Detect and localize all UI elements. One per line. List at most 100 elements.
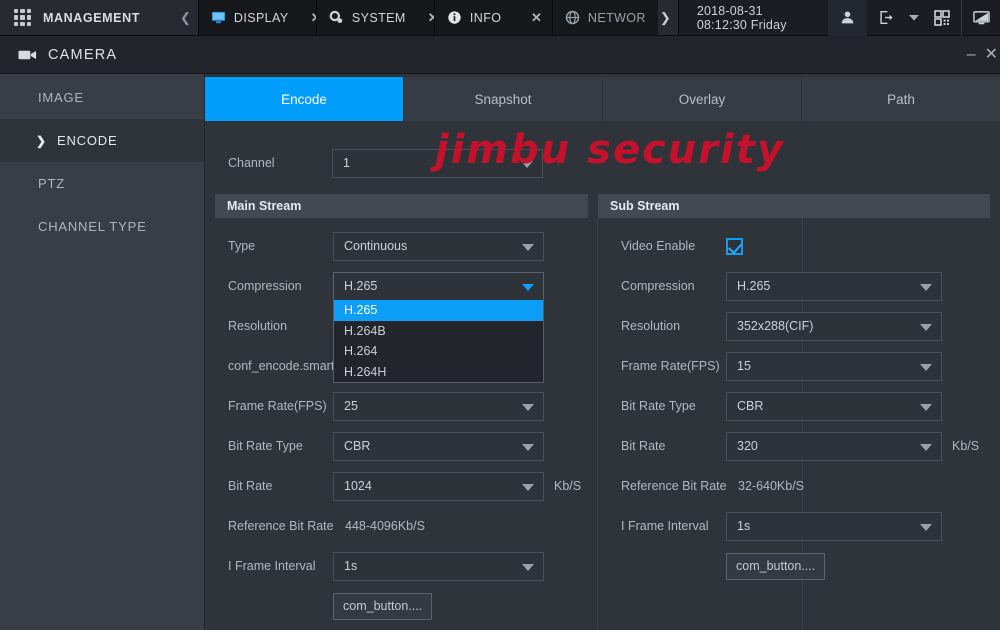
stream-headers: Main Stream Sub Stream [205,194,1000,218]
tab-overlay[interactable]: Overlay [603,77,802,121]
screen-icon [972,10,990,24]
main-framerate-value: 25 [344,399,358,413]
main-smartcodec-label: conf_encode.smartc [228,359,341,373]
sidebar: IMAGE ❯ ENCODE PTZ CHANNEL TYPE [0,74,205,630]
main-bitrate-select[interactable]: 1024 [333,471,544,501]
info-icon [448,11,461,24]
sub-bitratetype-row: Bit Rate Type CBR [608,386,990,426]
tab-info[interactable]: INFO ✕ [433,0,552,35]
tab-encode[interactable]: Encode [205,77,404,121]
stream-columns: Type Continuous Compression H.265 H.265 … [205,218,1000,630]
chevron-down-icon [920,524,932,531]
tabs-scroll-left-icon[interactable]: ❮ [178,0,198,35]
chevron-down-icon [522,564,534,571]
sub-more-button[interactable]: com_button.... [726,552,826,580]
grid-menu-icon[interactable] [14,9,31,26]
main-compression-row: Compression H.265 H.265 H.264B H.264 H.2… [215,266,588,383]
main-type-select[interactable]: Continuous [333,231,544,261]
main-resolution-label: Resolution [228,319,288,333]
sub-framerate-label: Frame Rate(FPS) [621,359,720,373]
tab-encode-label: Encode [281,91,327,107]
page-title: CAMERA [48,46,118,63]
chevron-down-icon [522,484,534,491]
qrcode-button[interactable] [922,0,961,36]
main-more-button[interactable]: com_button.... [333,592,433,620]
main-reference-bitrate-row: Reference Bit Rate 448-4096Kb/S [215,506,588,546]
compression-option-h264b[interactable]: H.264B [334,321,543,342]
globe-icon [565,10,580,25]
sub-bitrate-select[interactable]: 320 [726,431,942,461]
window-controls: – ✕ [967,46,1000,63]
sub-iframe-select[interactable]: 1s [726,511,942,541]
tabs-scroll-right-icon[interactable]: ❯ [657,0,678,35]
chevron-down-icon [920,364,932,371]
compression-option-h265[interactable]: H.265 [334,300,543,321]
tab-snapshot[interactable]: Snapshot [404,77,603,121]
tab-info-close-icon[interactable]: ✕ [517,10,542,26]
sub-resolution-value: 352x288(CIF) [737,319,814,333]
tab-system[interactable]: SYSTEM ✕ [315,0,439,35]
chevron-down-icon [522,244,534,251]
sidebar-item-image[interactable]: IMAGE [0,76,204,119]
sub-reference-bitrate-label: Reference Bit Rate [621,479,727,493]
sub-stream-panel: Video Enable Compression H.265 Resolutio… [597,218,990,630]
main-bitratetype-select[interactable]: CBR [333,431,544,461]
compression-option-h264h[interactable]: H.264H [334,362,543,383]
main-stream-header: Main Stream [215,194,588,218]
sub-bitratetype-select[interactable]: CBR [726,391,942,421]
sub-videoenable-row: Video Enable [608,226,990,266]
sidebar-item-encode[interactable]: ❯ ENCODE [0,119,204,162]
main-compression-select[interactable]: H.265 [333,271,544,301]
sub-framerate-value: 15 [737,359,751,373]
chevron-down-icon [920,324,932,331]
close-button[interactable]: ✕ [985,46,998,63]
main-iframe-select[interactable]: 1s [333,551,544,581]
minimize-button[interactable]: – [967,46,976,63]
tab-network[interactable]: NETWOR [551,0,658,35]
tab-path[interactable]: Path [802,77,1000,121]
sub-compression-select[interactable]: H.265 [726,271,942,301]
main-framerate-select[interactable]: 25 [333,391,544,421]
compression-option-h264[interactable]: H.264 [334,341,543,362]
main-type-value: Continuous [344,239,408,253]
logout-menu-toggle[interactable] [906,0,922,36]
channel-select[interactable]: 1 [332,148,543,178]
sub-compression-value: H.265 [737,279,771,293]
logout-button[interactable] [867,0,906,36]
main-bitratetype-label: Bit Rate Type [228,439,303,453]
chevron-down-icon [920,404,932,411]
sub-resolution-select[interactable]: 352x288(CIF) [726,311,942,341]
sub-bitrate-value: 320 [737,439,758,453]
sidebar-item-channel-type[interactable]: CHANNEL TYPE [0,205,204,248]
screen-layout-button[interactable] [961,0,1000,36]
compression-dropdown-list[interactable]: H.265 H.264B H.264 H.264H [333,300,544,383]
sidebar-item-encode-label: ENCODE [57,133,118,148]
sub-iframe-value: 1s [737,519,751,533]
user-account-button[interactable] [828,0,867,36]
tab-display-label: DISPLAY [233,10,289,25]
main-reference-bitrate-label: Reference Bit Rate [228,519,334,533]
main-bitrate-unit: Kb/S [554,479,582,493]
main-body: IMAGE ❯ ENCODE PTZ CHANNEL TYPE Encode S… [0,74,1000,630]
channel-label: Channel [228,156,275,170]
sub-bitrate-row: Bit Rate 320 Kb/S [608,426,990,466]
tab-display[interactable]: DISPLAY ✕ [197,0,322,35]
sub-videoenable-checkbox[interactable] [726,237,743,255]
user-icon [841,11,854,24]
chevron-down-icon [521,161,533,168]
tab-snapshot-label: Snapshot [474,91,532,107]
sidebar-item-ptz-label: PTZ [38,176,65,191]
chevron-down-icon [920,444,932,451]
main-compression-value: H.265 [344,279,378,293]
sub-resolution-row: Resolution 352x288(CIF) [608,306,990,346]
content-area: Encode Snapshot Overlay Path Channel 1 M… [205,74,1000,630]
system-datetime: 2018-08-31 08:12:30 Friday [677,0,828,35]
management-button[interactable]: MANAGEMENT [0,0,178,35]
sub-more-button-row: com_button.... [608,546,990,586]
sidebar-item-image-label: IMAGE [38,90,84,105]
sub-compression-label: Compression [621,279,695,293]
sidebar-item-ptz[interactable]: PTZ [0,162,204,205]
nvr-app-window: MANAGEMENT ❮ DISPLAY ✕ SYSTEM ✕ [0,0,1000,630]
sub-framerate-select[interactable]: 15 [726,351,942,381]
tab-info-label: INFO [469,10,502,25]
